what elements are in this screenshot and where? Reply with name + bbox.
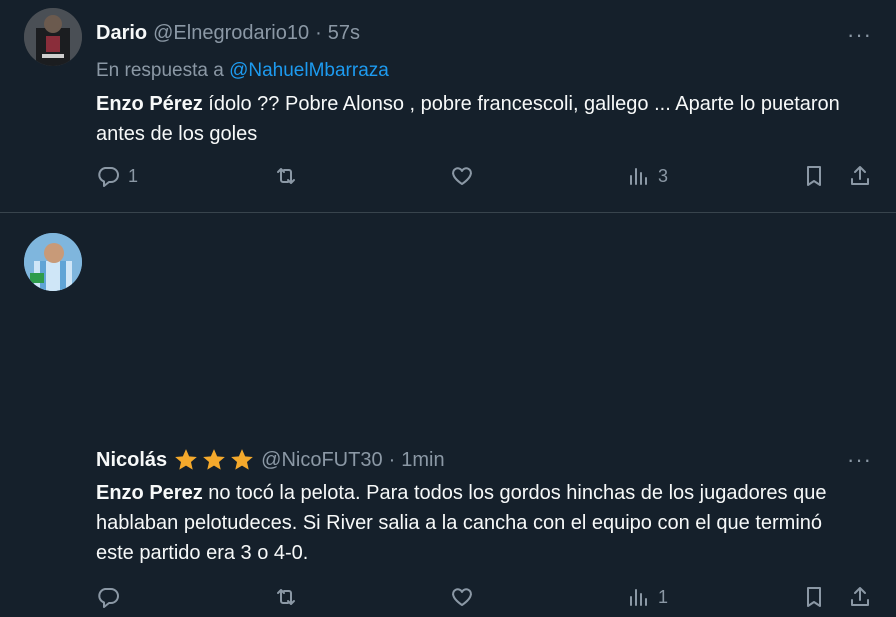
reply-count: 1	[128, 165, 139, 186]
tweet[interactable]: Dario @Elnegrodario10 · 57s ··· En respu…	[0, 0, 896, 213]
retweet-button[interactable]	[274, 164, 306, 188]
share-button[interactable]	[848, 585, 872, 609]
star-icon	[203, 449, 225, 470]
tweet-header: Dario @Elnegrodario10 · 57s	[96, 22, 360, 45]
share-button[interactable]	[848, 164, 872, 188]
bookmark-icon	[807, 166, 821, 186]
tweet-text: Enzo Perez no tocó la pelota. Para todos…	[96, 478, 856, 568]
share-icon	[851, 166, 869, 185]
retweet-button[interactable]	[274, 585, 306, 609]
retweet-icon	[277, 168, 295, 184]
display-name[interactable]: Dario	[96, 22, 147, 45]
more-icon[interactable]: ···	[847, 447, 872, 473]
tweet-text: Enzo Pérez ídolo ?? Pobre Alonso , pobre…	[96, 89, 856, 149]
star-icon	[231, 449, 253, 470]
retweet-icon	[277, 589, 295, 605]
views-icon	[630, 589, 647, 606]
more-icon[interactable]: ···	[847, 22, 872, 48]
views-button[interactable]: 3	[626, 164, 668, 188]
reply-context: En respuesta a @NahuelMbarraza	[96, 60, 389, 82]
views-count: 1	[658, 586, 669, 607]
action-bar: 1 3	[96, 164, 874, 196]
separator: ·	[315, 22, 322, 44]
views-icon	[630, 168, 647, 185]
reply-prefix: En respuesta a	[96, 60, 230, 81]
mention-bold: Enzo Pérez	[96, 93, 203, 115]
avatar[interactable]	[24, 8, 82, 66]
tweet-body: ídolo ?? Pobre Alonso , pobre francescol…	[96, 93, 840, 145]
reply-mention-link[interactable]: @NahuelMbarraza	[229, 60, 389, 81]
like-icon	[452, 588, 472, 606]
star-badges	[173, 447, 255, 473]
user-handle[interactable]: @NicoFUT30	[261, 449, 382, 472]
reply-icon	[98, 167, 119, 187]
timestamp[interactable]: 1min	[401, 449, 444, 472]
bookmark-button[interactable]	[802, 585, 826, 609]
reply-button[interactable]	[96, 585, 128, 609]
separator: ·	[388, 448, 396, 471]
reply-icon	[98, 588, 119, 608]
action-bar: 1	[96, 585, 874, 617]
star-icon	[175, 449, 197, 470]
display-name[interactable]: Nicolás	[96, 449, 167, 472]
mention-bold: Enzo Perez	[96, 482, 203, 504]
reply-button[interactable]: 1	[96, 164, 138, 188]
tweet-header: Nicolás @NicoFUT30 · 1min	[96, 447, 445, 473]
share-icon	[851, 587, 869, 606]
bookmark-button[interactable]	[802, 164, 826, 188]
like-button[interactable]	[450, 164, 482, 188]
views-button[interactable]: 1	[626, 585, 668, 609]
like-button[interactable]	[450, 585, 482, 609]
avatar[interactable]	[24, 233, 82, 291]
tweet[interactable]: Nicolás @NicoFUT30 · 1min ··· Enzo Perez…	[0, 213, 896, 608]
timestamp[interactable]: 57s	[328, 22, 360, 45]
tweet-body: no tocó la pelota. Para todos los gordos…	[96, 482, 827, 564]
bookmark-icon	[807, 587, 821, 607]
views-count: 3	[658, 165, 669, 186]
user-handle[interactable]: @Elnegrodario10	[153, 22, 309, 45]
like-icon	[452, 167, 472, 185]
